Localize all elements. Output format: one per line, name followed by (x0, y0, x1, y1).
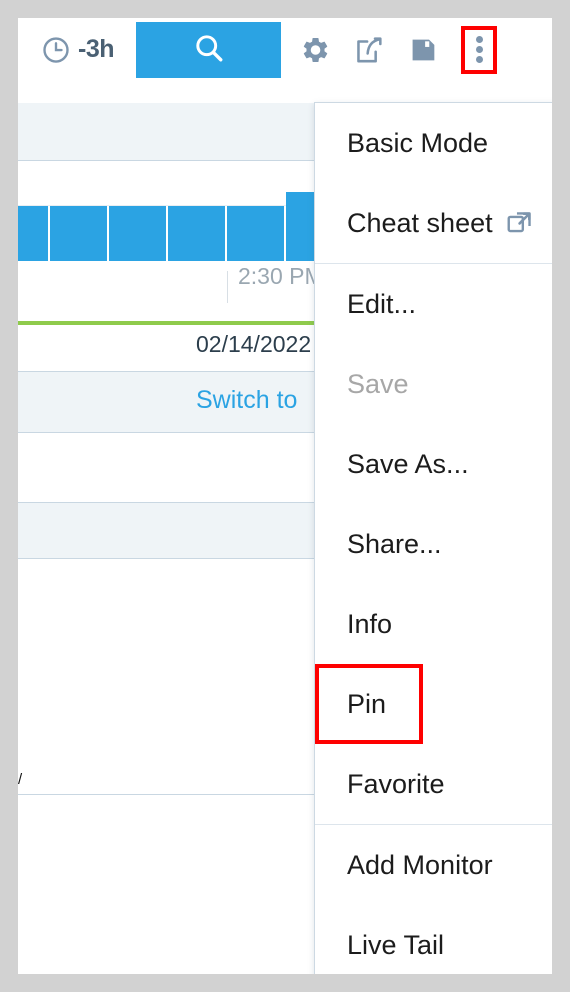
switch-to-link[interactable]: Switch to (196, 386, 297, 415)
external-link-icon (493, 210, 533, 236)
toolbar: -3h (18, 18, 552, 81)
clipped-row-text: / (18, 771, 23, 788)
menu-section-actions: Edit... Save Save As... Share... Info Pi… (315, 264, 552, 825)
overflow-dropdown-menu: Basic Mode Cheat sheet Edit... Save Save… (314, 102, 552, 974)
menu-item-save: Save (315, 344, 552, 424)
kebab-dot-2 (475, 46, 483, 53)
menu-item-label: Edit... (347, 288, 417, 319)
toolbar-icon-group (299, 25, 497, 74)
menu-item-label: Save (347, 368, 409, 399)
kebab-menu-icon[interactable] (461, 25, 497, 74)
search-icon (192, 31, 226, 68)
menu-item-edit[interactable]: Edit... (315, 264, 552, 344)
menu-item-label: Pin (347, 688, 387, 719)
histogram-chart (18, 181, 318, 261)
menu-item-label: Info (347, 608, 393, 639)
histogram-bar[interactable] (227, 206, 286, 261)
menu-item-save-as[interactable]: Save As... (315, 424, 552, 504)
menu-item-label: Share... (347, 528, 442, 559)
menu-item-share[interactable]: Share... (315, 504, 552, 584)
menu-item-label: Save As... (347, 448, 469, 479)
time-range-rule (18, 321, 318, 325)
search-button[interactable] (136, 21, 281, 78)
gear-icon[interactable] (299, 34, 331, 66)
menu-item-label: Basic Mode (347, 127, 489, 158)
kebab-dot-3 (475, 56, 483, 63)
axis-time-label: 2:30 PM (238, 263, 324, 289)
date-label: 02/14/2022 (196, 331, 312, 357)
histogram-bar[interactable] (109, 206, 168, 261)
share-export-icon[interactable] (353, 34, 385, 66)
kebab-dot-1 (475, 36, 483, 43)
clock-icon (41, 35, 71, 65)
menu-item-favorite[interactable]: Favorite (315, 744, 552, 824)
floppy-save-icon[interactable] (407, 34, 439, 66)
menu-item-label: Add Monitor (347, 849, 493, 880)
menu-item-live-tail[interactable]: Live Tail (315, 905, 552, 974)
histogram-bar[interactable] (168, 206, 227, 261)
menu-section-mode: Basic Mode Cheat sheet (315, 103, 552, 264)
menu-section-monitoring: Add Monitor Live Tail (315, 825, 552, 974)
menu-item-add-monitor[interactable]: Add Monitor (315, 825, 552, 905)
menu-item-pin[interactable]: Pin (315, 664, 423, 744)
menu-item-cheat-sheet[interactable]: Cheat sheet (315, 183, 552, 263)
content-band (18, 81, 552, 103)
menu-item-basic-mode[interactable]: Basic Mode (315, 103, 552, 183)
screenshot-root: -3h 2:30 PM 02/14/2022 Switch to / Basic… (0, 0, 570, 992)
axis-tick (227, 271, 228, 303)
menu-item-info[interactable]: Info (315, 584, 552, 664)
menu-item-label: Cheat sheet (347, 207, 493, 238)
time-range-picker[interactable]: -3h (41, 35, 115, 65)
histogram-bar[interactable] (50, 206, 109, 261)
time-range-label: -3h (78, 35, 115, 63)
histogram-bar[interactable] (18, 206, 50, 261)
app-window: -3h 2:30 PM 02/14/2022 Switch to / Basic… (18, 18, 552, 974)
menu-item-label: Live Tail (347, 929, 445, 960)
menu-item-label: Favorite (347, 768, 445, 799)
